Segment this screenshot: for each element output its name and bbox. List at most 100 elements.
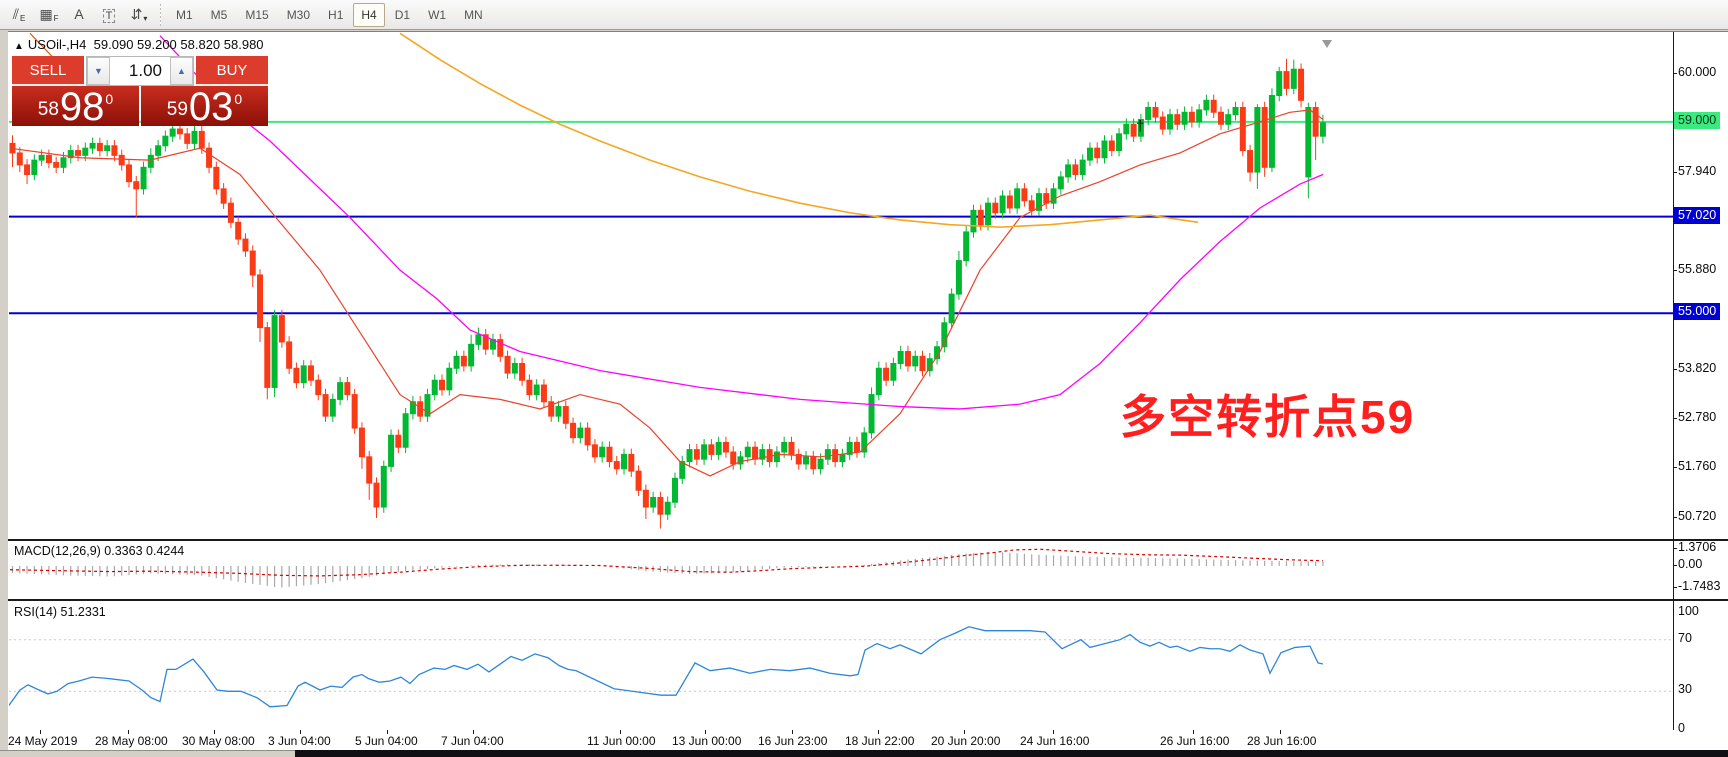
candle (402, 413, 409, 448)
candle (460, 355, 467, 367)
price-tick-label: 53.820 (1678, 360, 1717, 375)
chart-overlap-e-icon[interactable]: ⫽ E (5, 1, 33, 27)
candle (1014, 188, 1021, 209)
candle (883, 367, 890, 381)
macd-canvas[interactable] (9, 541, 1673, 599)
macd-label: MACD(12,26,9) 0.3363 0.4244 (14, 544, 185, 558)
text-label-icon[interactable]: A (65, 1, 93, 27)
candle (351, 394, 358, 429)
candle (540, 384, 547, 403)
candle (1261, 106, 1268, 168)
volume-up-button[interactable]: ▲ (170, 57, 193, 85)
one-click-trade-panel: SELL ▼ 1.00 ▲ BUY 58 98 0 59 03 0 (12, 56, 268, 127)
candle (715, 441, 722, 455)
candle (235, 221, 242, 240)
rsi-indicator-pane[interactable]: RSI(14) 51.2331 (8, 600, 1728, 731)
time-axis-tick (792, 730, 793, 734)
timeframe-button-M30[interactable]: M30 (279, 3, 318, 27)
volume-down-button[interactable]: ▼ (87, 57, 110, 85)
price-tick-dash (1673, 517, 1677, 519)
buy-button[interactable]: BUY (196, 56, 268, 86)
timeframe-button-H4[interactable]: H4 (353, 2, 385, 27)
candle (315, 379, 322, 396)
candle (395, 434, 402, 448)
candle (249, 250, 256, 276)
rsi-tick-label: 0 (1678, 721, 1685, 735)
rsi-tick-label: 100 (1678, 604, 1699, 618)
main-chart-pane[interactable]: † ▲ USOil-,H4 59.090 59.200 58.820 58.980… (8, 31, 1728, 540)
candle (1203, 99, 1210, 111)
candle (817, 458, 824, 470)
candle (1196, 109, 1203, 123)
ask-integer: 59 (166, 99, 188, 120)
candle (1298, 68, 1305, 101)
ask-pip: 0 (234, 91, 243, 107)
candle (278, 315, 285, 343)
time-axis-tick (878, 730, 879, 734)
candle (853, 441, 860, 453)
candle (737, 456, 744, 465)
rsi-canvas[interactable] (9, 601, 1673, 730)
timeframe-button-M5[interactable]: M5 (203, 3, 236, 27)
grid-tile-f-icon[interactable]: ▦ F (35, 1, 63, 27)
price-tick-label: 51.760 (1678, 459, 1717, 474)
timeframe-buttons: M1 M5 M15 M30 H1 H4 D1 W1 MN (167, 2, 492, 27)
candle (60, 157, 67, 168)
time-axis-tick (705, 730, 706, 734)
ma-slow-magenta (159, 35, 1324, 410)
candle (439, 379, 446, 391)
candle (1123, 123, 1130, 135)
candle (1319, 122, 1326, 137)
candle (198, 130, 205, 149)
candle (1057, 176, 1064, 190)
price-tick-dash (1673, 270, 1677, 272)
price-tick-label: 55.880 (1678, 262, 1717, 277)
candle (977, 209, 984, 226)
cycle-arrows-icon[interactable]: ⇵ ▾ (125, 1, 153, 27)
candle (1225, 114, 1232, 125)
candle (504, 355, 511, 374)
candle (985, 202, 992, 226)
mt4-trading-window: ⫽ E ▦ F A T ⇵ ▾ M1 M5 M15 M30 H1 H4 D1 W1 MN † ▲ USOil-,… (0, 0, 1728, 757)
timeframe-button-D1[interactable]: D1 (387, 3, 418, 27)
candle (744, 446, 751, 458)
macd-tick-label: 0.00 (1678, 557, 1703, 571)
candle (176, 128, 183, 135)
candle (591, 444, 598, 458)
timeframe-button-M1[interactable]: M1 (168, 3, 201, 27)
candle (824, 449, 831, 460)
candle (693, 449, 700, 460)
sell-button[interactable]: SELL (12, 56, 84, 86)
time-axis-label: 28 Jun 16:00 (1247, 734, 1317, 748)
chart-toolbar: ⫽ E ▦ F A T ⇵ ▾ M1 M5 M15 M30 H1 H4 D1 W1 MN (0, 0, 1728, 30)
timeframe-button-W1[interactable]: W1 (420, 3, 454, 27)
timeframe-button-MN[interactable]: MN (456, 3, 491, 27)
price-tick-dash (1673, 171, 1677, 173)
price-tick-dash (1673, 368, 1677, 370)
candle (868, 394, 875, 434)
candle (1101, 140, 1108, 159)
candle (613, 461, 620, 470)
bottom-strip-left (0, 750, 295, 757)
price-tick-label: 52.780 (1678, 410, 1717, 425)
bid-price-display[interactable]: 58 98 0 (12, 86, 139, 127)
candle (803, 456, 810, 465)
candle (1268, 95, 1275, 168)
candle (104, 145, 111, 152)
candle (992, 202, 999, 214)
autoscroll-shift-marker[interactable] (1322, 40, 1332, 48)
volume-input[interactable]: 1.00 (110, 57, 170, 85)
text-box-icon[interactable]: T (95, 3, 123, 29)
ask-price-display[interactable]: 59 03 0 (141, 86, 268, 127)
timeframe-button-M15[interactable]: M15 (237, 3, 276, 27)
price-tick-dash (1673, 467, 1677, 469)
time-axis-tick (473, 730, 474, 734)
macd-indicator-pane[interactable]: MACD(12,26,9) 0.3363 0.4244 (8, 540, 1728, 600)
candle (1108, 140, 1115, 152)
candle (45, 154, 52, 164)
candle (475, 334, 482, 345)
timeframe-button-H1[interactable]: H1 (320, 3, 351, 27)
candle (963, 231, 970, 262)
candle (1072, 164, 1079, 175)
candle (118, 154, 125, 166)
